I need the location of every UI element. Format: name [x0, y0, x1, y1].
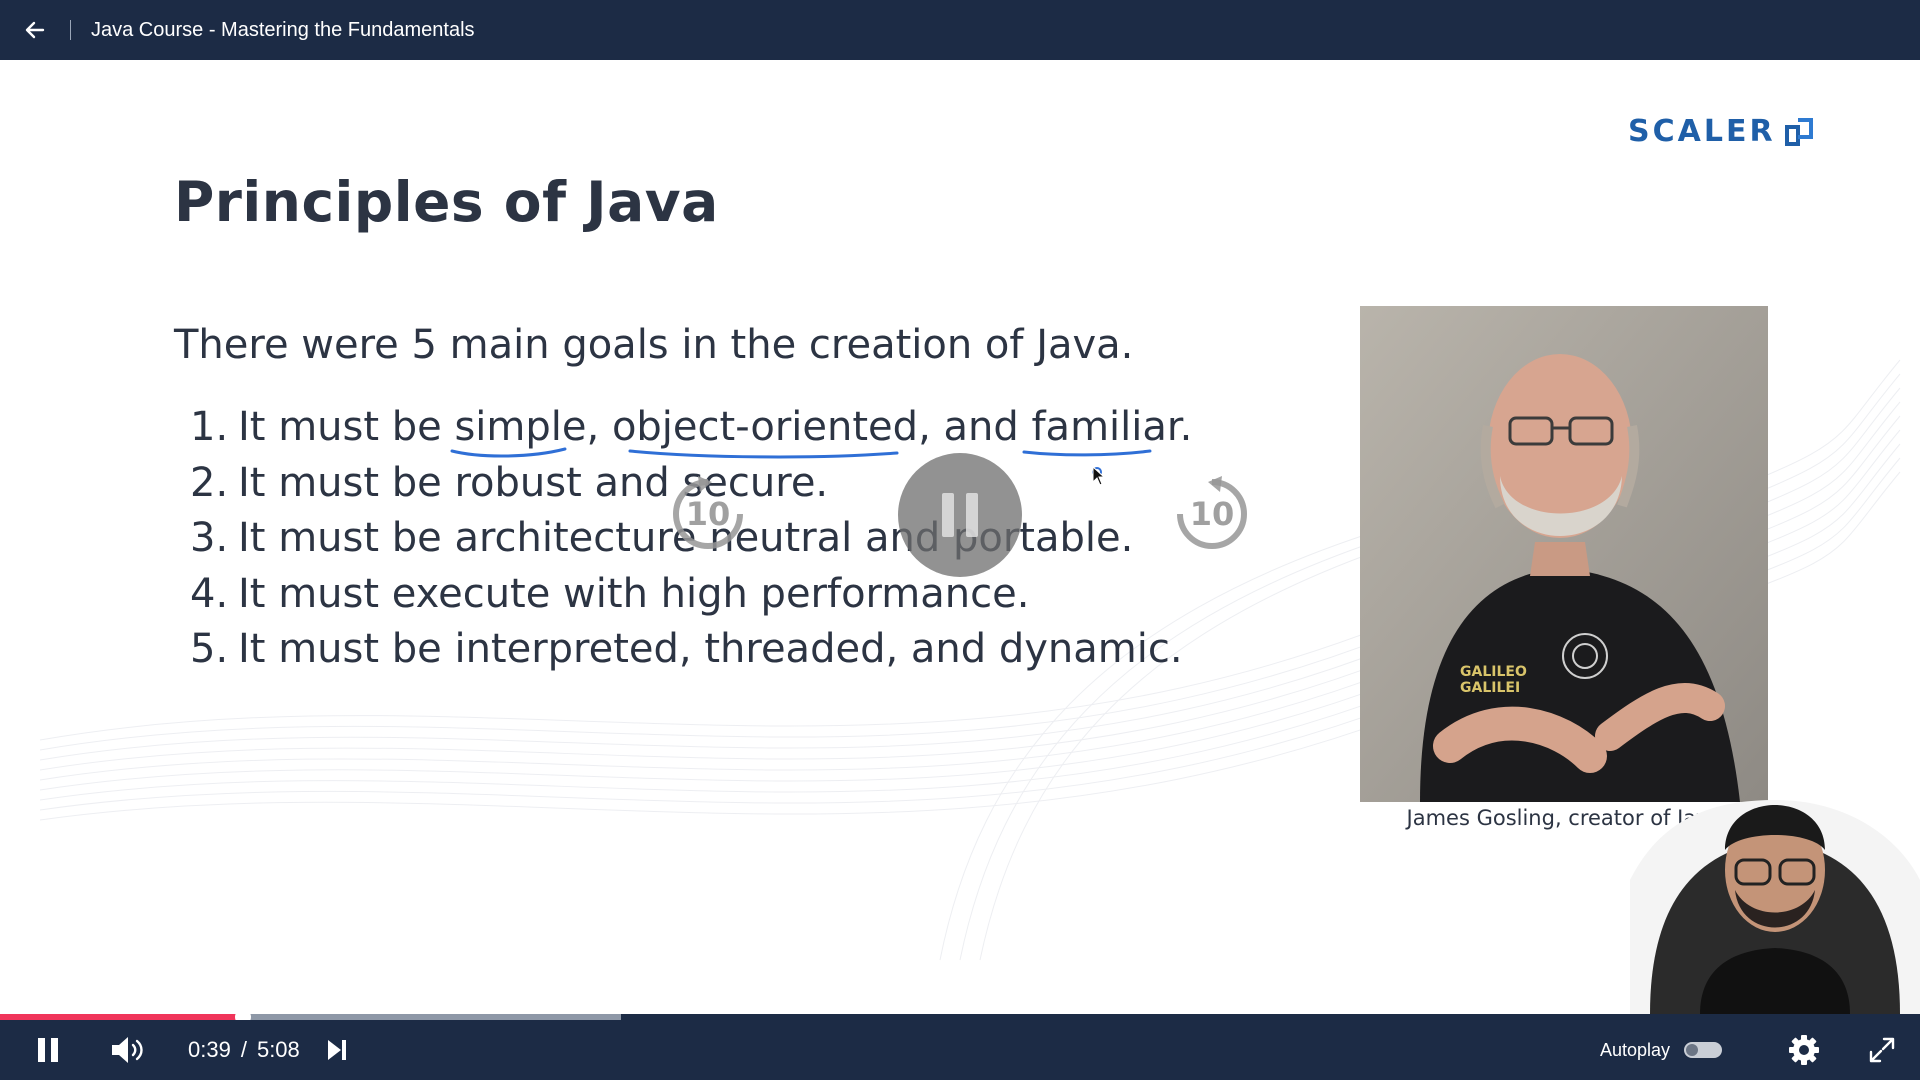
pause-button[interactable] — [28, 1030, 68, 1070]
expand-icon — [1869, 1037, 1895, 1063]
gear-icon — [1789, 1035, 1819, 1065]
portrait-image: GALILEO GALILEI — [1360, 306, 1768, 802]
arrow-left-icon — [25, 21, 45, 39]
autoplay-label: Autoplay — [1599, 1039, 1670, 1060]
gosling-photo: GALILEO GALILEI — [1360, 306, 1768, 802]
autoplay-toggle[interactable] — [1684, 1042, 1722, 1058]
settings-button[interactable] — [1784, 1030, 1824, 1070]
time-display: 0:39 / 5:08 — [188, 1037, 300, 1063]
webcam-image — [1630, 800, 1920, 1014]
top-bar: Java Course - Mastering the Fundamentals — [0, 0, 1920, 60]
back-button[interactable] — [0, 0, 70, 60]
mouse-cursor-icon — [1092, 466, 1106, 486]
forward-10-button[interactable]: 10 — [1172, 474, 1252, 554]
course-title: Java Course - Mastering the Fundamentals — [91, 18, 475, 41]
rewind-seconds-label: 10 — [685, 495, 731, 533]
pause-icon — [942, 493, 978, 537]
video-player[interactable]: SCALER Principles of Java There were 5 m… — [0, 60, 1920, 1014]
rewind-10-button[interactable]: 10 — [668, 474, 748, 554]
instructor-webcam — [1630, 760, 1920, 1014]
divider — [70, 20, 71, 40]
time-separator: / — [240, 1037, 247, 1062]
center-pause-button[interactable] — [898, 453, 1022, 577]
fullscreen-button[interactable] — [1862, 1030, 1902, 1070]
shirt-print: GALILEO GALILEI — [1460, 664, 1527, 696]
next-video-button[interactable] — [322, 1030, 352, 1070]
duration: 5:08 — [256, 1037, 300, 1062]
current-time: 0:39 — [188, 1037, 231, 1062]
volume-button[interactable] — [106, 1030, 150, 1070]
skip-next-icon — [327, 1040, 346, 1060]
forward-seconds-label: 10 — [1189, 495, 1235, 533]
control-bar: 0:39 / 5:08 Autoplay — [0, 1020, 1920, 1080]
pause-icon — [38, 1038, 58, 1062]
volume-icon — [112, 1037, 143, 1063]
